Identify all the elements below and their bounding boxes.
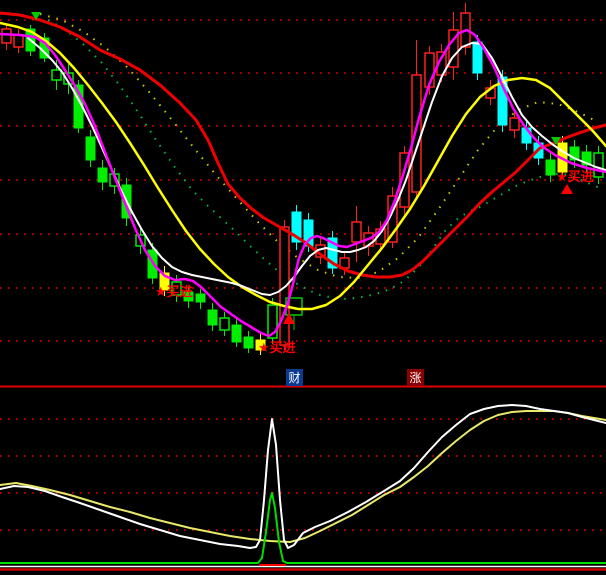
- chart-background: [0, 0, 606, 575]
- tag-zhang-text: 涨: [409, 370, 421, 385]
- candle-body: [510, 118, 519, 130]
- candlestick-chart-canvas[interactable]: ★买进 ★买进 ★买进财 涨: [0, 0, 606, 575]
- candle-body: [98, 168, 107, 182]
- candle-body: [14, 35, 23, 47]
- tag-cai[interactable]: 财: [286, 369, 303, 386]
- buy-signal-label: ★买进: [258, 341, 296, 356]
- candle-body: [412, 75, 421, 192]
- candle-body: [244, 337, 253, 348]
- stock-chart-window: ★买进 ★买进 ★买进财 涨: [0, 0, 606, 575]
- candle-body: [2, 29, 11, 43]
- candle-body: [594, 153, 603, 177]
- candle-body: [546, 160, 555, 175]
- candle-body: [352, 222, 361, 242]
- tag-zhang[interactable]: 涨: [407, 369, 424, 386]
- candle-body: [220, 318, 229, 330]
- tag-cai-text: 财: [288, 371, 300, 385]
- candle-body: [86, 137, 95, 160]
- buy-signal-label: ★买进: [556, 170, 594, 185]
- candle-body: [196, 294, 205, 302]
- candle-body: [232, 325, 241, 342]
- candle-body: [473, 42, 482, 73]
- candle-body: [208, 310, 217, 325]
- buy-signal-label: ★买进: [155, 285, 193, 300]
- candle-body: [52, 70, 61, 80]
